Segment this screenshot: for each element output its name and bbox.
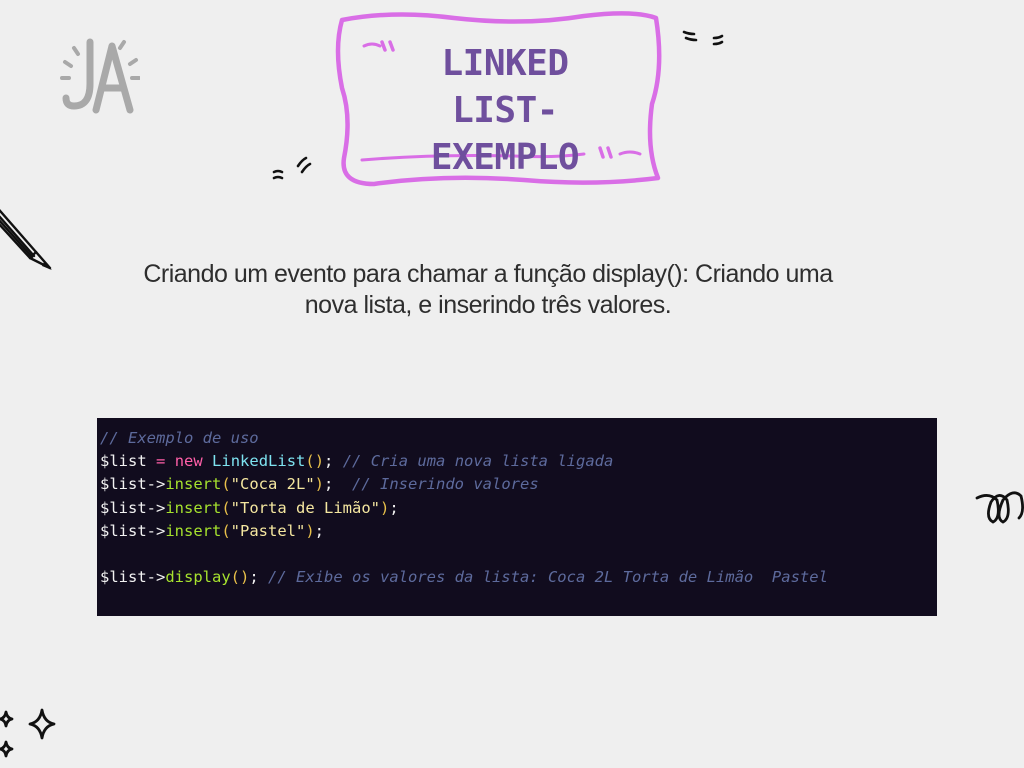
title-line-2: Exemplo xyxy=(430,137,580,178)
code-line: // Exemplo de uso xyxy=(100,427,937,450)
code-token-var: $list-> xyxy=(100,475,166,494)
code-token-str: "Coca 2L" xyxy=(230,475,315,494)
code-token-paren: ( xyxy=(221,498,231,517)
code-token-paren: ( xyxy=(221,521,231,540)
ja-monogram-logo xyxy=(60,38,140,114)
code-token-str: "Pastel" xyxy=(230,521,306,540)
code-token-method: insert xyxy=(165,521,222,540)
code-token-plain: ; xyxy=(389,498,399,517)
subtitle-line-1: Criando um evento para chamar a função d… xyxy=(143,260,833,288)
subtitle-line-2: nova lista, e inserindo três valores. xyxy=(304,291,672,319)
code-token-var: $list-> xyxy=(100,498,166,517)
code-line: $list = new LinkedList(); // Cria uma no… xyxy=(100,450,937,473)
code-token-paren: ) xyxy=(379,498,390,517)
code-token-var: $list-> xyxy=(100,568,166,587)
code-token-method: display xyxy=(165,568,231,587)
code-token-method: insert xyxy=(165,475,222,494)
code-token-paren: ) xyxy=(305,521,315,540)
code-token-paren: () xyxy=(305,452,325,471)
code-snippet: // Exemplo de uso $list = new LinkedList(… xyxy=(97,418,937,616)
code-token-comment: // Cria uma nova lista ligada xyxy=(342,452,614,471)
sparkle-stars-icon xyxy=(0,708,56,758)
code-line: $list->insert("Pastel"); xyxy=(100,520,937,543)
code-token-plain: ; xyxy=(314,521,325,540)
code-token-paren: ) xyxy=(314,475,325,494)
code-token-plain: ; xyxy=(324,452,343,471)
code-token-kw: new xyxy=(174,452,203,471)
title-line-1: Linked List- xyxy=(441,43,569,131)
code-token-paren: () xyxy=(230,568,250,587)
code-token-plain: ; xyxy=(324,475,353,494)
code-token-class: LinkedList xyxy=(212,452,306,471)
slide-subtitle: Criando um evento para chamar a função d… xyxy=(110,259,866,321)
code-token-op: = xyxy=(156,452,166,471)
code-token-comment: // Exemplo de uso xyxy=(100,429,259,447)
code-line: $list->insert("Torta de Limão"); xyxy=(100,497,937,520)
quote-marks-icon xyxy=(272,156,312,180)
curl-doodle-icon xyxy=(975,491,1024,524)
code-token-str: "Torta de Limão" xyxy=(230,498,380,517)
code-token-var: $list-> xyxy=(100,521,166,540)
code-line: $list->insert("Coca 2L"); // Inserindo v… xyxy=(100,473,937,496)
code-token-method: insert xyxy=(165,498,222,517)
code-token-comment: // Exibe os valores da lista: Coca 2L To… xyxy=(268,568,828,587)
pencil-icon xyxy=(0,209,52,270)
code-line: $list->display(); // Exibe os valores da… xyxy=(100,566,937,589)
code-token-plain: ; xyxy=(249,568,268,587)
code-token-paren: ( xyxy=(221,475,231,494)
code-token-comment: // Inserindo valores xyxy=(352,475,539,494)
page-title: Linked List- Exemplo xyxy=(380,40,630,181)
code-token-var: $list xyxy=(100,452,147,471)
quote-marks-icon xyxy=(682,30,724,46)
